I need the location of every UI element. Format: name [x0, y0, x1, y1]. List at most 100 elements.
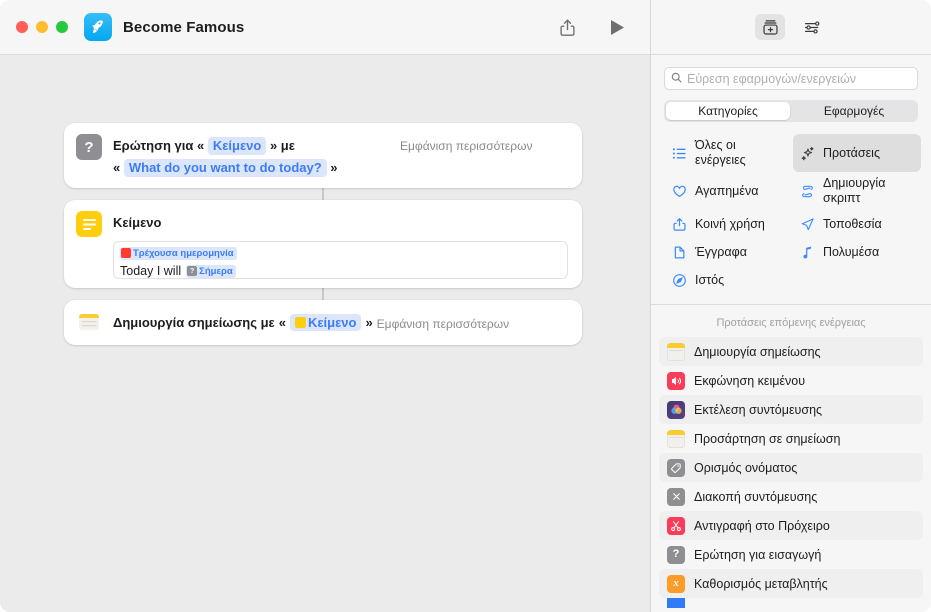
category-grid: Όλες οι ενέργειες Προτάσεις Αγαπημένα Δη…	[651, 122, 931, 305]
search-icon	[671, 70, 682, 88]
category-item-sharing[interactable]: Κοινή χρήση	[665, 210, 793, 238]
suggestion-item-append-note[interactable]: Προσάρτηση σε σημείωση	[659, 424, 923, 453]
text-input-field[interactable]: Τρέχουσα ημερομηνία Today I will Σήμερα	[113, 241, 568, 279]
suggestion-item-ask-for-input[interactable]: ? Ερώτηση για εισαγωγή	[659, 540, 923, 569]
show-more-button[interactable]: Εμφάνιση περισσότερων	[400, 136, 532, 153]
minimize-button[interactable]	[36, 21, 48, 33]
calendar-icon	[121, 248, 131, 258]
suggestion-label: Εκφώνηση κειμένου	[694, 373, 806, 388]
suggestion-item-partial[interactable]	[659, 598, 923, 608]
token-text-type[interactable]: Κείμενο	[207, 137, 267, 155]
action-card-ask-for-text[interactable]: Ερώτηση για « Κείμενο » με « What do you…	[64, 123, 582, 188]
variable-chip-today[interactable]: Σήμερα	[186, 264, 236, 278]
variable-chip-label: Σήμερα	[199, 265, 233, 277]
category-item-all-actions[interactable]: Όλες οι ενέργειες	[665, 134, 793, 172]
variable-chip-current-date[interactable]: Τρέχουσα ημερομηνία	[120, 246, 237, 260]
inspector-toolbar	[651, 0, 931, 55]
action-card-text[interactable]: Κείμενο Τρέχουσα ημερομηνία Today I will…	[64, 200, 582, 288]
text-lines-icon	[294, 316, 306, 328]
card-mid-label: με	[280, 138, 295, 153]
card-prefix-label: Ερώτηση για	[113, 138, 194, 153]
action-library-icon[interactable]	[755, 14, 785, 40]
suggestion-label: Προσάρτηση σε σημείωση	[694, 431, 841, 446]
variable-x-icon: x	[667, 574, 685, 593]
suggestion-label: Αντιγραφή στο Πρόχειρο	[694, 518, 830, 533]
suggestion-item-run-shortcut[interactable]: Εκτέλεση συντόμευσης	[659, 395, 923, 424]
category-item-documents[interactable]: Έγγραφα	[665, 238, 793, 266]
open-quote-2: «	[113, 160, 121, 175]
field-body-text: Today I will	[120, 264, 182, 278]
card-header-row: Δημιουργία σημείωσης με « Κείμενο » Εμφά…	[64, 300, 582, 335]
variable-chip-label: Τρέχουσα ημερομηνία	[133, 247, 234, 259]
suggestion-item-stop-shortcut[interactable]: Διακοπή συντόμευσης	[659, 482, 923, 511]
tab-apps[interactable]: Εφαρμογές	[792, 102, 916, 120]
tab-categories[interactable]: Κατηγορίες	[666, 102, 790, 120]
shortcuts-icon	[667, 400, 685, 419]
partial-icon	[667, 598, 685, 608]
suggestion-item-speak-text[interactable]: Εκφώνηση κειμένου	[659, 366, 923, 395]
speaker-icon	[667, 371, 685, 390]
suggestions-list: Δημιουργία σημείωσης Εκφώνηση κειμένου Ε…	[651, 337, 931, 612]
close-button[interactable]	[16, 21, 28, 33]
zoom-button[interactable]	[56, 21, 68, 33]
music-note-icon	[799, 244, 815, 260]
heart-icon	[671, 183, 687, 199]
variable-glyph: x	[673, 577, 679, 589]
question-mark-icon: ?	[667, 545, 685, 564]
note-icon	[667, 429, 685, 448]
inspector-pane: Κατηγορίες Εφαρμογές Όλες οι ενέργειες	[650, 0, 931, 612]
sparkles-icon	[799, 145, 815, 161]
card-prefix-label: Δημιουργία σημείωσης με	[113, 314, 275, 330]
traffic-lights	[16, 21, 68, 33]
x-mark-icon	[667, 487, 685, 506]
category-label: Όλες οι ενέργειες	[695, 138, 746, 167]
search-input[interactable]	[687, 71, 911, 86]
rocket-icon	[84, 13, 112, 41]
app-title: Become Famous	[123, 18, 245, 36]
show-more-button[interactable]: Εμφάνιση περισσότερων	[377, 314, 509, 331]
suggestion-item-create-note[interactable]: Δημιουργία σημείωσης	[659, 337, 923, 366]
suggestion-item-set-name[interactable]: Ορισμός ονόματος	[659, 453, 923, 482]
note-icon	[76, 309, 102, 335]
suggestion-label: Ερώτηση για εισαγωγή	[694, 547, 822, 562]
tag-icon	[667, 458, 685, 477]
token-label: Κείμενο	[307, 314, 357, 330]
search-field[interactable]	[664, 67, 918, 90]
sliders-icon[interactable]	[797, 14, 827, 40]
search-container	[651, 55, 931, 90]
text-lines-icon	[76, 211, 102, 237]
category-item-suggestions[interactable]: Προτάσεις	[793, 134, 921, 172]
category-item-favorites[interactable]: Αγαπημένα	[665, 172, 793, 210]
editor-pane: Become Famous Ερώτηση	[0, 0, 650, 612]
action-card-create-note[interactable]: Δημιουργία σημείωσης με « Κείμενο » Εμφά…	[64, 300, 582, 345]
close-quote: »	[269, 138, 278, 153]
share-button[interactable]	[550, 13, 584, 41]
location-arrow-icon	[799, 216, 815, 232]
token-prompt-text[interactable]: What do you want to do today?	[123, 159, 327, 177]
category-item-media[interactable]: Πολυμέσα	[793, 238, 921, 266]
run-button[interactable]	[600, 13, 634, 41]
workflow-canvas: Ερώτηση για « Κείμενο » με « What do you…	[0, 55, 650, 612]
question-mark-icon	[76, 134, 102, 160]
card-body-text: Δημιουργία σημείωσης με « Κείμενο » Εμφά…	[113, 313, 509, 331]
category-item-web[interactable]: Ιστός	[665, 266, 793, 294]
category-label: Προτάσεις	[823, 145, 880, 160]
close-quote: »	[365, 314, 373, 330]
category-item-location[interactable]: Τοποθεσία	[793, 210, 921, 238]
question-glyph: ?	[672, 548, 680, 560]
suggestion-item-set-variable[interactable]: x Καθορισμός μεταβλητής	[659, 569, 923, 598]
window-titlebar: Become Famous	[0, 0, 650, 55]
document-icon	[671, 244, 687, 260]
suggestion-label: Διακοπή συντόμευσης	[694, 489, 818, 504]
card-header-row: Κείμενο	[64, 200, 582, 237]
category-label: Κοινή χρήση	[695, 216, 765, 231]
category-item-scripting[interactable]: Δημιουργία σκριπτ	[793, 172, 921, 210]
suggestion-label: Δημιουργία σημείωσης	[694, 344, 821, 359]
question-mark-icon	[187, 265, 198, 278]
token-text-variable[interactable]: Κείμενο	[289, 313, 362, 331]
close-quote-2: »	[330, 160, 338, 175]
suggestion-label: Εκτέλεση συντόμευσης	[694, 402, 823, 417]
category-label: Έγγραφα	[695, 244, 747, 259]
suggestion-item-copy-clipboard[interactable]: Αντιγραφή στο Πρόχειρο	[659, 511, 923, 540]
scroll-icon	[799, 183, 815, 199]
